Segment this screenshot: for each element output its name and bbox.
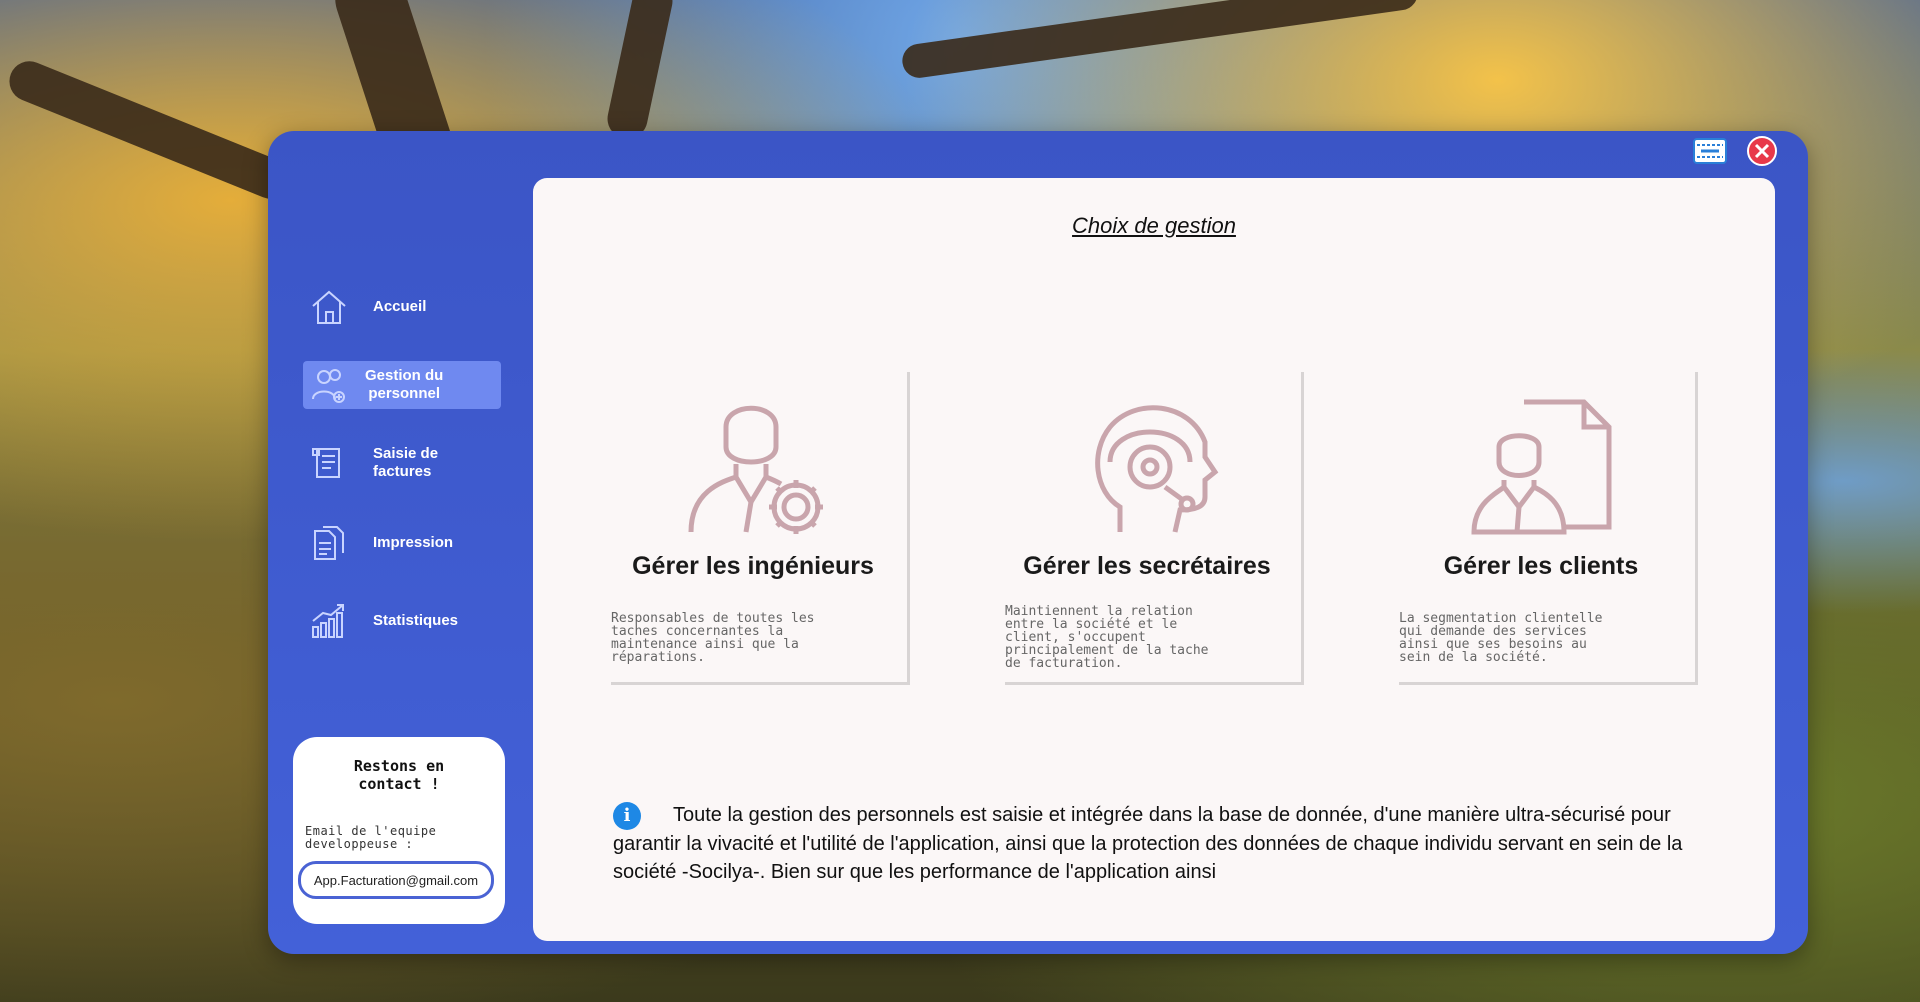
card-ingenieurs[interactable]: Gérer les ingénieurs Responsables de tou… — [611, 372, 910, 685]
main-panel: Choix de gestion Gérer les ingénieurs Re… — [533, 178, 1775, 941]
card-description: La segmentation clientelle qui demande d… — [1399, 611, 1603, 665]
contact-email-label: Email de l'equipe developpeuse : — [305, 824, 437, 851]
documents-icon — [307, 521, 351, 565]
contact-box: Restons en contact ! Email de l'equipe d… — [293, 737, 505, 924]
app-window: Accueil Gestion du personnel Saisie de f… — [268, 131, 1808, 954]
sidebar-item-label: Saisie de factures — [373, 445, 439, 480]
card-clients[interactable]: Gérer les clients La segmentation client… — [1399, 372, 1698, 685]
home-icon — [307, 285, 351, 329]
contact-email-field[interactable]: App.Facturation@gmail.com — [298, 861, 494, 899]
sidebar-item-label: Statistiques — [373, 612, 459, 629]
background-tree-branch — [900, 0, 1420, 81]
stats-icon — [307, 599, 351, 643]
sidebar-item-impression[interactable]: Impression — [303, 519, 501, 567]
card-title: Gérer les clients — [1443, 552, 1639, 580]
minimize-button[interactable] — [1692, 136, 1728, 166]
background-tree-branch — [3, 55, 297, 205]
client-document-icon — [1471, 399, 1612, 535]
background-tree-branch — [603, 0, 677, 143]
users-icon — [307, 363, 351, 407]
close-button[interactable] — [1744, 136, 1780, 166]
card-description: Responsables de toutes les taches concer… — [611, 611, 815, 665]
invoice-icon — [307, 441, 351, 485]
info-paragraph: i Toute la gestion des personnels est sai… — [613, 801, 1743, 886]
close-icon — [1747, 136, 1777, 166]
sidebar-item-statistiques[interactable]: Statistiques — [303, 597, 501, 645]
sidebar-item-accueil[interactable]: Accueil — [303, 283, 501, 331]
card-title: Gérer les ingénieurs — [632, 552, 874, 580]
sidebar-item-gestion-personnel[interactable]: Gestion du personnel — [303, 361, 501, 409]
engineer-icon — [688, 405, 823, 534]
card-secretaires[interactable]: Gérer les secrétaires Maintiennent la re… — [1005, 372, 1304, 685]
sidebar-item-saisie-factures[interactable]: Saisie de factures — [303, 439, 501, 487]
info-icon: i — [613, 801, 641, 830]
sidebar-item-label: Accueil — [373, 298, 427, 315]
info-text: Toute la gestion des personnels est sais… — [613, 804, 1683, 883]
page-title: Choix de gestion — [1072, 213, 1236, 238]
card-description: Maintiennent la relation entre la sociét… — [1005, 604, 1209, 671]
sidebar-item-label: Impression — [373, 534, 454, 551]
card-title: Gérer les secrétaires — [1023, 552, 1271, 580]
sidebar-item-label: Gestion du personnel — [365, 367, 444, 402]
minimize-icon — [1693, 138, 1727, 164]
contact-title: Restons en contact ! — [353, 757, 445, 793]
headset-icon — [1095, 405, 1219, 533]
